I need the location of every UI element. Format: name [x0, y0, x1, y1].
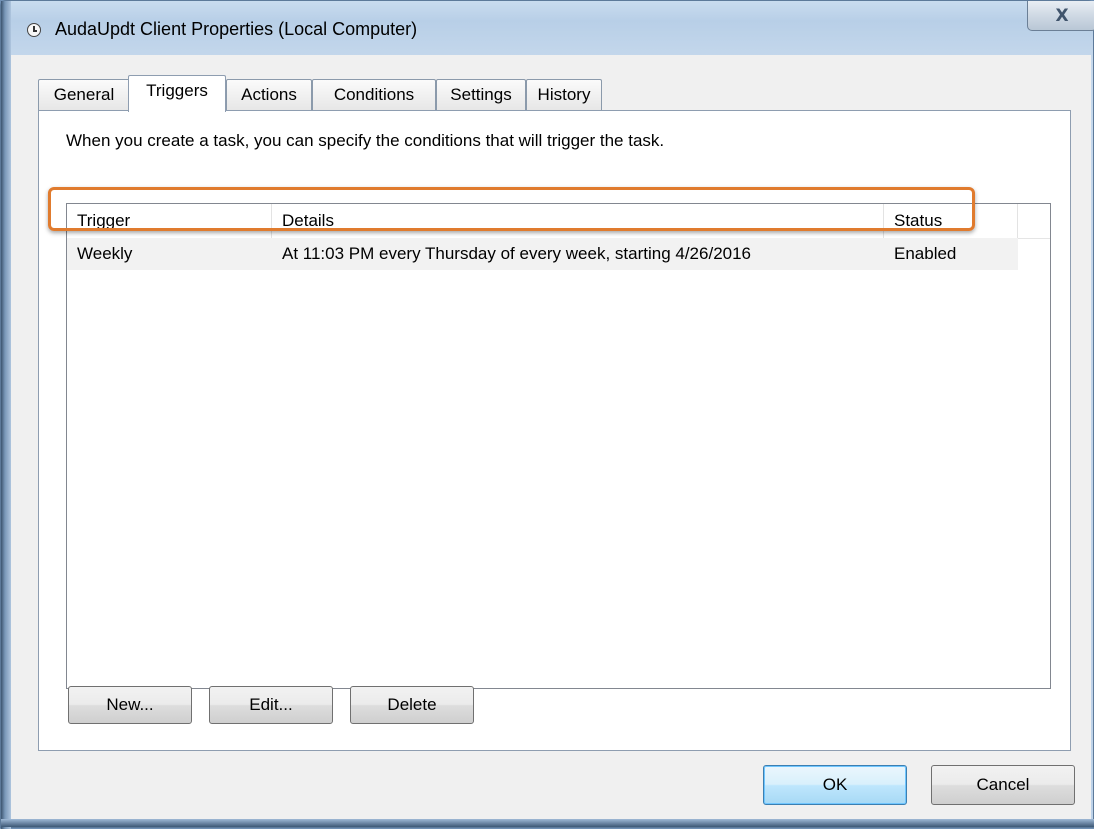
tab-general[interactable]: General	[38, 79, 130, 111]
window-frame-bottom	[1, 819, 1094, 827]
triggers-tab-panel: When you create a task, you can specify …	[38, 110, 1071, 751]
column-header-details[interactable]: Details	[272, 204, 884, 238]
ok-button[interactable]: OK	[763, 765, 907, 805]
table-row[interactable]: Weekly At 11:03 PM every Thursday of eve…	[67, 238, 1018, 270]
window-title: AudaUpdt Client Properties (Local Comput…	[55, 19, 418, 39]
cell-status: Enabled	[894, 244, 957, 263]
column-header-status[interactable]: Status	[884, 204, 1018, 238]
triggers-list-header: Trigger Details Status	[67, 204, 1050, 239]
tab-history[interactable]: History	[526, 79, 602, 111]
tab-settings[interactable]: Settings	[436, 79, 526, 111]
tab-triggers[interactable]: Triggers	[128, 75, 226, 112]
close-icon: X	[1055, 5, 1069, 26]
close-button[interactable]: X	[1027, 1, 1094, 31]
dialog-body: General Triggers Actions Conditions Sett…	[11, 55, 1091, 821]
tab-actions[interactable]: Actions	[226, 79, 312, 111]
clock-icon	[27, 23, 41, 37]
cancel-button[interactable]: Cancel	[931, 765, 1075, 805]
cell-trigger: Weekly	[77, 244, 133, 263]
tab-conditions[interactable]: Conditions	[312, 79, 436, 111]
new-trigger-button[interactable]: New...	[68, 686, 192, 724]
properties-window: AudaUpdt Client Properties (Local Comput…	[0, 0, 1094, 829]
window-frame-left	[1, 1, 11, 829]
delete-trigger-button[interactable]: Delete	[350, 686, 474, 724]
triggers-list[interactable]: Trigger Details Status Weekly At 11:03 P…	[66, 203, 1051, 689]
triggers-description: When you create a task, you can specify …	[66, 131, 665, 150]
title-bar[interactable]: AudaUpdt Client Properties (Local Comput…	[11, 1, 1094, 55]
column-header-trigger[interactable]: Trigger	[67, 204, 272, 238]
cell-details: At 11:03 PM every Thursday of every week…	[282, 244, 752, 263]
edit-trigger-button[interactable]: Edit...	[209, 686, 333, 724]
